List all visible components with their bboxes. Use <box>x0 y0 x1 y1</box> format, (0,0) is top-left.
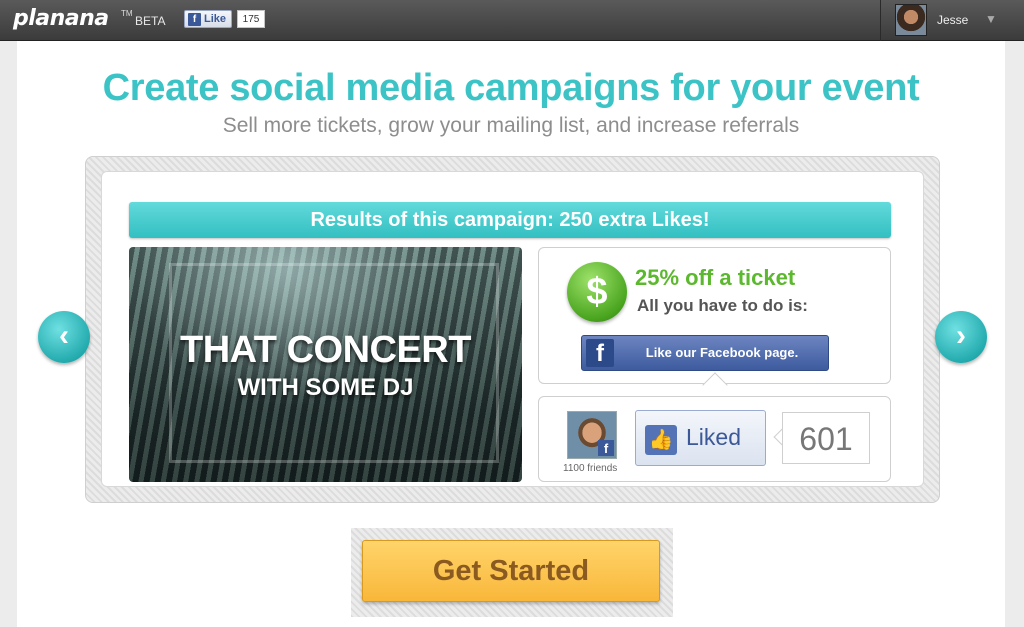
user-menu[interactable]: Jesse ▼ <box>880 0 1024 41</box>
like-count: 601 <box>782 412 870 464</box>
like-facebook-page-label: Like our Facebook page. <box>645 345 799 360</box>
facebook-icon: f <box>586 339 614 367</box>
event-subtitle: WITH SOME DJ <box>237 374 414 401</box>
friend-avatar: f <box>567 411 617 459</box>
avatar[interactable] <box>895 4 927 36</box>
chevron-left-icon[interactable]: ‹ <box>38 311 90 363</box>
offer-panel: $ 25% off a ticket All you have to do is… <box>538 247 891 384</box>
campaign-card: Results of this campaign: 250 extra Like… <box>101 171 924 487</box>
event-image: THAT CONCERT WITH SOME DJ <box>129 247 522 482</box>
dollar-icon: $ <box>567 262 627 322</box>
liked-label: Liked <box>686 424 741 450</box>
chevron-right-icon[interactable]: › <box>935 311 987 363</box>
like-facebook-page-button[interactable]: f Like our Facebook page. <box>581 335 829 371</box>
campaign-carousel: Results of this campaign: 250 extra Like… <box>85 156 940 503</box>
campaign-results-banner: Results of this campaign: 250 extra Like… <box>129 202 891 238</box>
main-panel: Create social media campaigns for your e… <box>17 41 1005 627</box>
beta-label: BETA <box>135 14 166 28</box>
facebook-like-label: Like <box>204 13 227 25</box>
event-title: THAT CONCERT <box>180 329 471 371</box>
offer-title: 25% off a ticket <box>635 265 796 290</box>
facebook-like-count: 175 <box>237 10 265 28</box>
friends-count: 1100 friends <box>563 463 618 474</box>
facebook-icon: f <box>188 12 201 26</box>
user-name[interactable]: Jesse <box>937 13 968 27</box>
planana-logo[interactable]: planana <box>13 6 109 31</box>
page-subtitle: Sell more tickets, grow your mailing lis… <box>222 114 800 137</box>
cta-frame: Get Started <box>351 528 673 617</box>
offer-instructions: All you have to do is: <box>637 296 808 315</box>
trademark-mark: TM <box>121 9 133 18</box>
liked-panel: f 1100 friends 👍 Liked 601 <box>538 396 891 482</box>
chevron-down-icon[interactable]: ▼ <box>985 12 997 26</box>
top-bar: planana TM BETA f Like 175 Jesse ▼ <box>0 0 1024 41</box>
get-started-button[interactable]: Get Started <box>362 540 660 602</box>
page-title: Create social media campaigns for your e… <box>102 67 920 109</box>
facebook-like-button[interactable]: f Like <box>184 10 232 28</box>
thumbs-up-icon: 👍 <box>645 425 677 455</box>
liked-button[interactable]: 👍 Liked <box>635 410 766 466</box>
facebook-icon: f <box>598 440 614 456</box>
